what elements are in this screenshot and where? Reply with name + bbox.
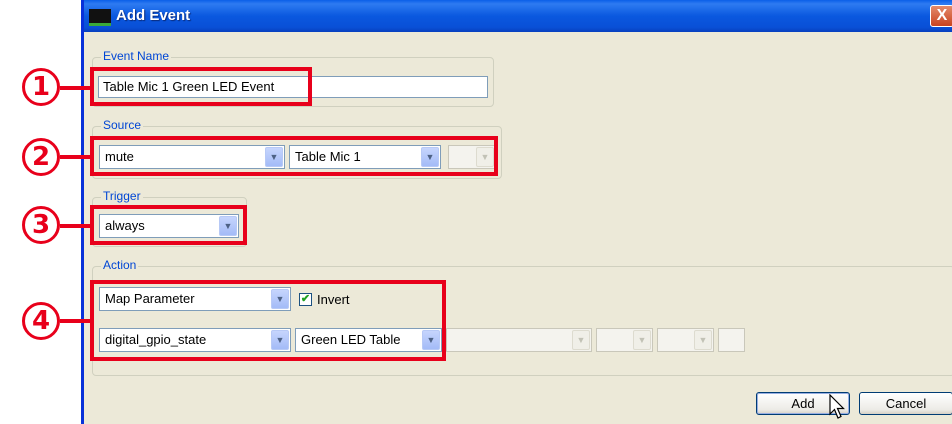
callout-box-3 [90,205,247,245]
chevron-down-icon: ▼ [633,330,651,350]
callout-box-2 [90,136,498,176]
trigger-legend: Trigger [101,189,143,203]
action-extra-select-4 [718,328,745,352]
callout-box-4 [90,280,446,361]
callout-connector-2 [60,155,90,159]
callout-connector-1 [60,86,90,90]
close-button[interactable]: X [930,5,952,27]
callout-connector-4 [60,319,90,323]
cancel-button[interactable]: Cancel [859,392,952,415]
action-extra-select-2: ▼ [596,328,653,352]
callout-badge-2: 2 [22,138,60,176]
callout-box-1 [90,67,312,106]
action-extra-select-3: ▼ [657,328,714,352]
window-title: Add Event [116,7,191,24]
action-extra-select-1: ▼ [446,328,592,352]
event-name-legend: Event Name [101,49,172,63]
chevron-down-icon: ▼ [572,330,590,350]
action-legend: Action [101,258,139,272]
callout-badge-4: 4 [22,302,60,340]
title-bar[interactable]: Add Event X [84,0,952,32]
app-icon [89,9,111,26]
mouse-cursor-icon [829,394,845,419]
close-icon: X [936,7,948,24]
callout-connector-3 [60,224,90,228]
callout-badge-3: 3 [22,206,60,244]
chevron-down-icon: ▼ [694,330,712,350]
callout-badge-1: 1 [22,68,60,106]
source-legend: Source [101,118,144,132]
